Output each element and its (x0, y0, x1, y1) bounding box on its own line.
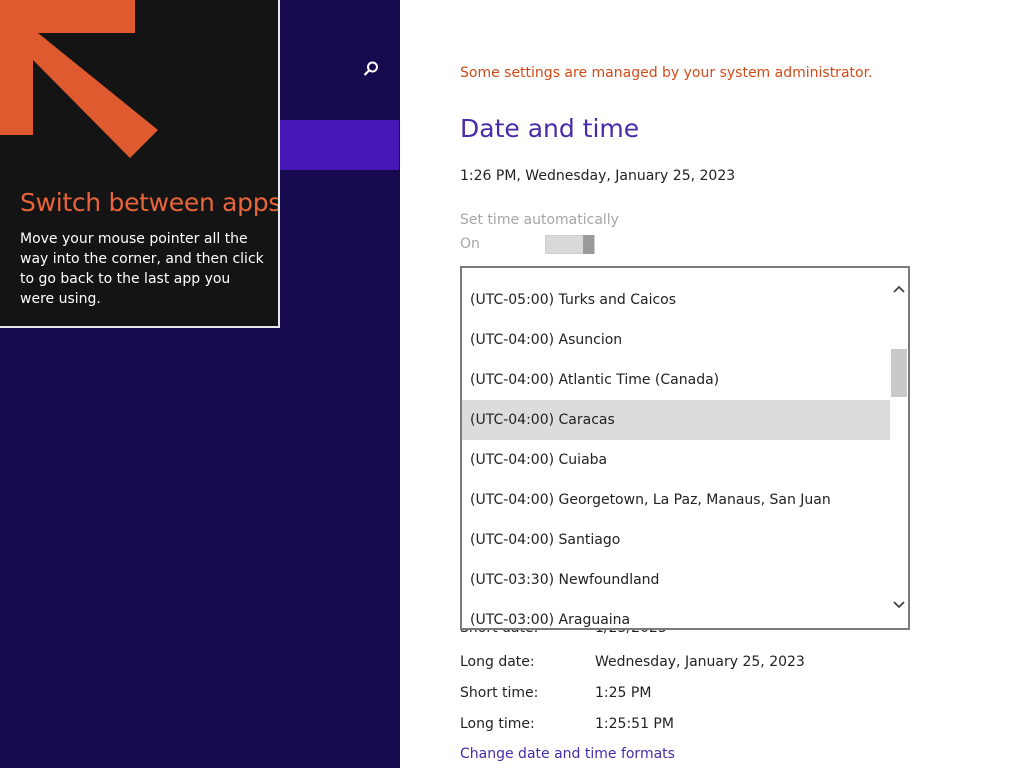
timezone-dropdown-list[interactable]: (UTC-05:00) Turks and Caicos (UTC-04:00)… (460, 266, 910, 630)
scrollbar-thumb[interactable] (891, 349, 907, 397)
timezone-option[interactable]: (UTC-04:00) Asuncion (462, 320, 892, 360)
search-icon[interactable] (362, 60, 380, 78)
corner-arrow-icon (0, 0, 158, 158)
chevron-down-icon[interactable] (892, 598, 906, 612)
short-time-value: 1:25 PM (595, 685, 652, 701)
tip-card: Switch between apps Move your mouse poin… (0, 0, 280, 328)
page-title: Date and time (460, 114, 640, 143)
set-time-auto-state: On (460, 236, 480, 252)
timezone-option[interactable]: (UTC-04:00) Cuiaba (462, 440, 892, 480)
tip-body: Move your mouse pointer all the way into… (20, 231, 264, 307)
long-date-label: Long date: (460, 654, 535, 670)
toggle-thumb (583, 235, 594, 254)
set-time-auto-label: Set time automatically (460, 212, 619, 228)
tip-title: Switch between apps (20, 188, 280, 217)
timezone-option[interactable]: (UTC-04:00) Atlantic Time (Canada) (462, 360, 892, 400)
timezone-option[interactable]: (UTC-03:30) Newfoundland (462, 560, 892, 600)
timezone-scrollbar[interactable] (890, 268, 908, 628)
admin-notice: Some settings are managed by your system… (460, 65, 873, 81)
set-time-auto-toggle[interactable] (545, 235, 595, 254)
change-formats-link[interactable]: Change date and time formats (460, 746, 675, 762)
long-time-value: 1:25:51 PM (595, 716, 674, 732)
long-time-label: Long time: (460, 716, 535, 732)
timezone-option[interactable]: (UTC-05:00) Turks and Caicos (462, 280, 892, 320)
chevron-up-icon[interactable] (892, 282, 906, 296)
long-date-value: Wednesday, January 25, 2023 (595, 654, 805, 670)
timezone-option[interactable]: (UTC-04:00) Santiago (462, 520, 892, 560)
current-datetime: 1:26 PM, Wednesday, January 25, 2023 (460, 168, 736, 184)
timezone-option-selected[interactable]: (UTC-04:00) Caracas (462, 400, 908, 440)
timezone-option[interactable]: (UTC-04:00) Georgetown, La Paz, Manaus, … (462, 480, 892, 520)
timezone-option[interactable]: (UTC-03:00) Araguaina (462, 600, 892, 628)
short-time-label: Short time: (460, 685, 539, 701)
